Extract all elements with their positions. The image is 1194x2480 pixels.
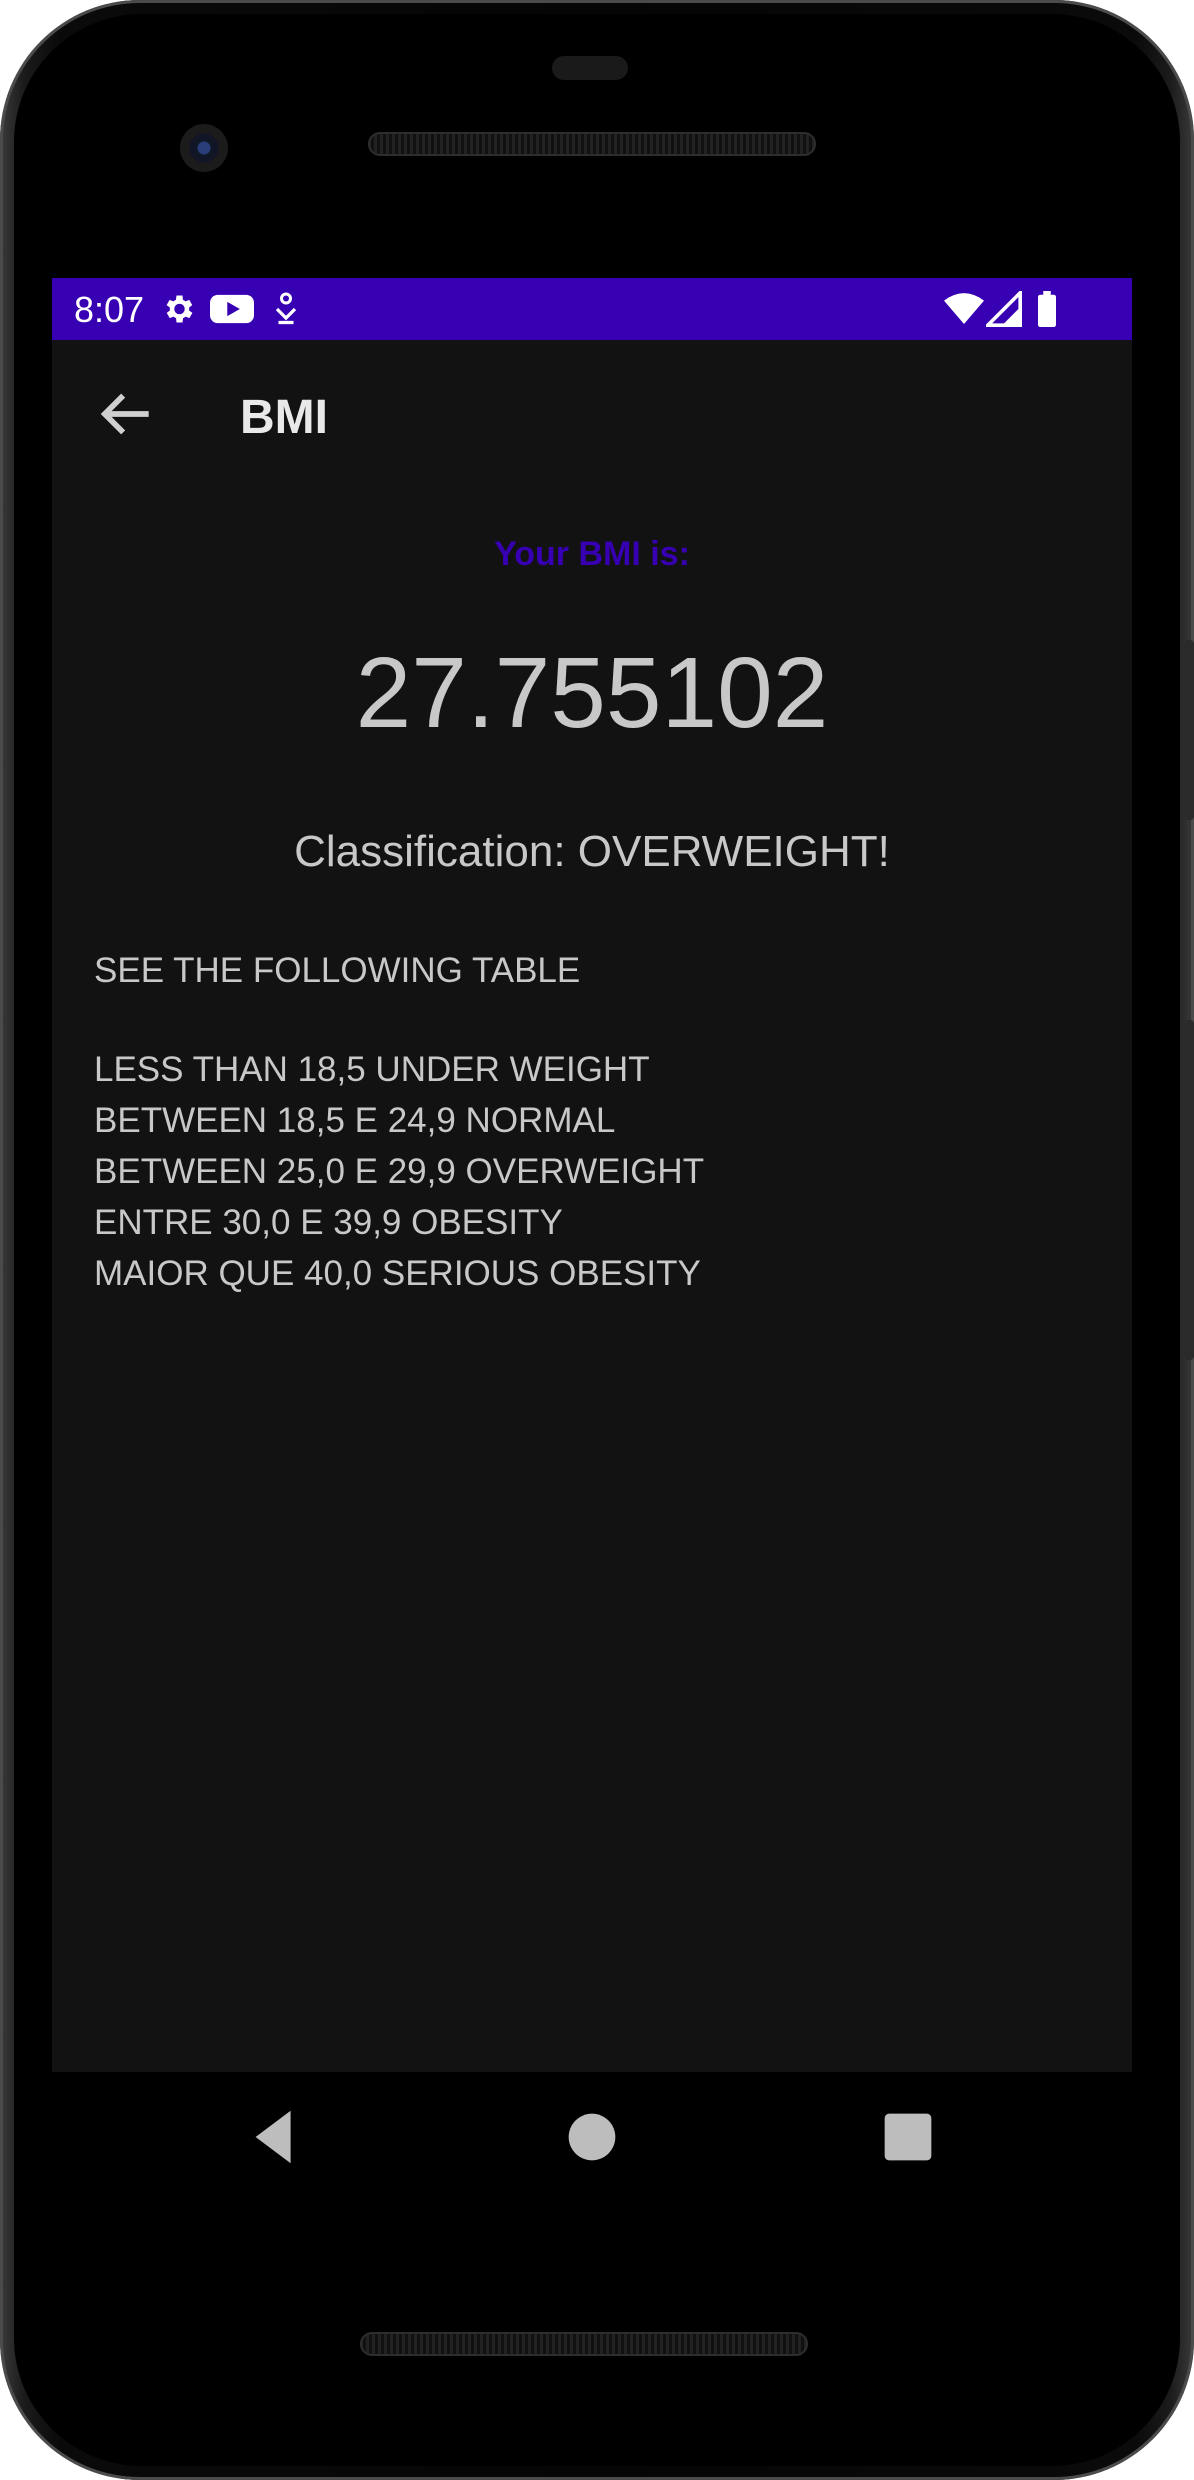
wifi-icon <box>944 293 984 324</box>
navigation-bar <box>52 2072 1132 2202</box>
home-circle-icon[interactable] <box>557 2102 627 2172</box>
download-icon <box>275 292 297 325</box>
table-row: LESS THAN 18,5 UNDER WEIGHT <box>94 1050 650 1089</box>
table-heading: SEE THE FOLLOWING TABLE <box>94 951 581 990</box>
battery-icon <box>1038 291 1056 327</box>
table-row: BETWEEN 18,5 E 24,9 NORMAL <box>94 1101 616 1140</box>
gear-icon <box>166 295 193 323</box>
power-button <box>1184 1020 1194 1360</box>
signal-icon <box>986 291 1022 327</box>
bmi-table: LESS THAN 18,5 UNDER WEIGHT BETWEEN 18,5… <box>94 1044 704 1299</box>
back-triangle-icon[interactable] <box>241 2102 311 2172</box>
phone-frame: 8:07 BMI Your BMI is: 27.755102 Classifi… <box>0 0 1194 2480</box>
bmi-label: Your BMI is: <box>494 535 690 573</box>
front-camera <box>180 124 228 172</box>
table-row: MAIOR QUE 40,0 SERIOUS OBESITY <box>94 1254 701 1293</box>
table-row: ENTRE 30,0 E 39,9 OBESITY <box>94 1203 563 1242</box>
status-time: 8:07 <box>74 289 145 330</box>
status-bar: 8:07 <box>52 278 1132 340</box>
arrow-back-icon[interactable] <box>92 380 160 448</box>
main-content: BMI Your BMI is: 27.755102 Classificatio… <box>52 340 1132 2072</box>
screen: 8:07 BMI Your BMI is: 27.755102 Classifi… <box>52 278 1132 2072</box>
classification-text: Classification: OVERWEIGHT! <box>294 827 890 876</box>
bottom-speaker <box>360 2332 808 2356</box>
bmi-value: 27.755102 <box>355 637 829 749</box>
recents-square-icon[interactable] <box>873 2102 943 2172</box>
volume-button <box>1184 640 1194 820</box>
youtube-icon <box>210 294 254 324</box>
page-title: BMI <box>240 391 328 444</box>
table-row: BETWEEN 25,0 E 29,9 OVERWEIGHT <box>94 1152 705 1191</box>
earpiece-speaker <box>368 132 816 156</box>
sensor-slot <box>552 56 628 80</box>
